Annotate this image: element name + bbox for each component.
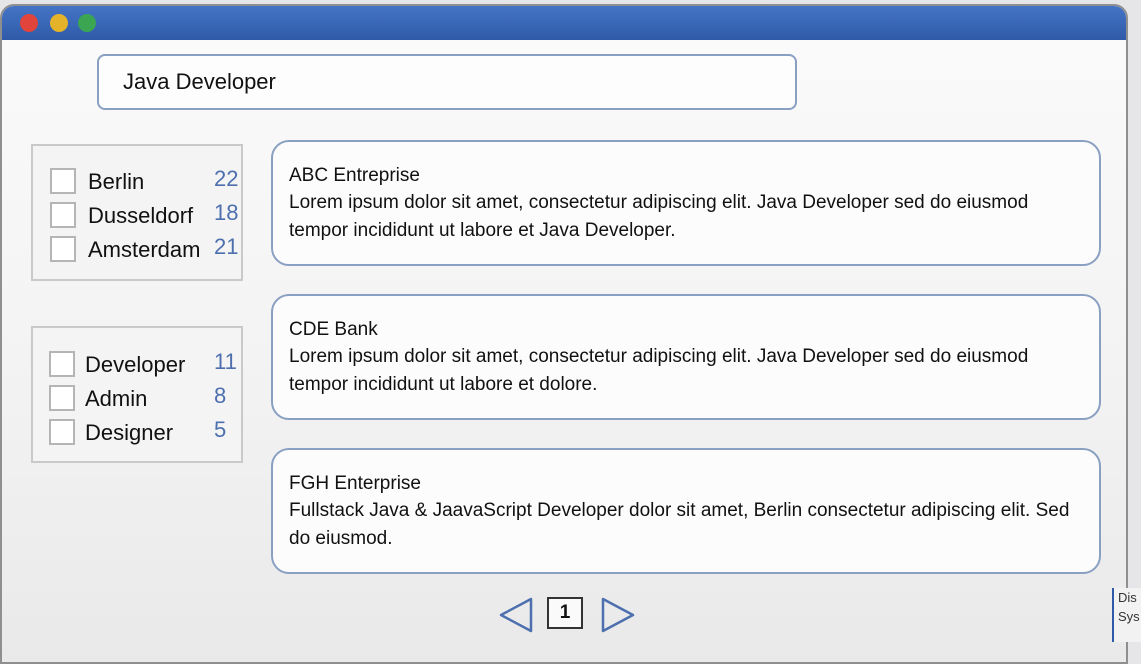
filter-item-amsterdam[interactable]: Amsterdam 21 [33, 233, 241, 267]
result-description: Lorem ipsum dolor sit amet, consectetur … [289, 192, 1029, 241]
filter-item-designer[interactable]: Designer 5 [33, 416, 241, 450]
result-card[interactable]: CDE Bank Lorem ipsum dolor sit amet, con… [271, 294, 1101, 420]
checkbox[interactable] [50, 236, 76, 262]
search-box[interactable] [97, 54, 797, 110]
filter-item-developer[interactable]: Developer 11 [33, 348, 241, 382]
maximize-dot-icon[interactable] [78, 14, 96, 32]
result-company: CDE Bank [289, 319, 378, 340]
role-filter-panel: Developer 11 Admin 8 Designer 5 [31, 326, 243, 463]
checkbox[interactable] [50, 168, 76, 194]
filter-count: 11 [214, 349, 237, 374]
filter-count: 18 [214, 200, 239, 225]
side-fragment-line: Sys [1118, 609, 1140, 624]
filter-item-dusseldorf[interactable]: Dusseldorf 18 [33, 199, 241, 233]
side-panel-fragment: Dis Sys [1112, 588, 1141, 642]
next-arrow-icon[interactable] [599, 596, 637, 634]
result-company: FGH Enterprise [289, 473, 421, 494]
close-dot-icon[interactable] [20, 14, 38, 32]
checkbox[interactable] [50, 202, 76, 228]
checkbox[interactable] [49, 351, 75, 377]
filter-item-berlin[interactable]: Berlin 22 [33, 165, 241, 199]
page-number[interactable]: 1 [547, 597, 583, 629]
filter-count: 8 [214, 383, 227, 408]
minimize-dot-icon[interactable] [50, 14, 68, 32]
filter-label: Berlin [88, 169, 145, 194]
checkbox[interactable] [49, 419, 75, 445]
result-description: Lorem ipsum dolor sit amet, consectetur … [289, 346, 1029, 395]
side-fragment-line: Dis [1118, 590, 1137, 605]
location-filter-panel: Berlin 22 Dusseldorf 18 Amsterdam 21 [31, 144, 243, 281]
filter-count: 21 [214, 234, 239, 259]
filter-label: Admin [85, 386, 148, 411]
search-input[interactable] [121, 68, 765, 96]
checkbox[interactable] [49, 385, 75, 411]
title-bar [2, 6, 1126, 40]
app-window: Berlin 22 Dusseldorf 18 Amsterdam 21 Dev… [0, 4, 1128, 664]
filter-label: Designer [85, 420, 174, 445]
filter-count: 22 [214, 166, 239, 191]
result-card[interactable]: ABC Entreprise Lorem ipsum dolor sit ame… [271, 140, 1101, 266]
prev-arrow-icon[interactable] [497, 596, 535, 634]
result-card[interactable]: FGH Enterprise Fullstack Java & JaavaScr… [271, 448, 1101, 574]
filter-label: Dusseldorf [88, 203, 194, 228]
filter-label: Developer [85, 352, 186, 377]
result-description: Fullstack Java & JaavaScript Developer d… [289, 500, 1070, 549]
result-company: ABC Entreprise [289, 165, 420, 186]
filter-label: Amsterdam [88, 237, 201, 262]
filter-count: 5 [214, 417, 227, 442]
filter-item-admin[interactable]: Admin 8 [33, 382, 241, 416]
